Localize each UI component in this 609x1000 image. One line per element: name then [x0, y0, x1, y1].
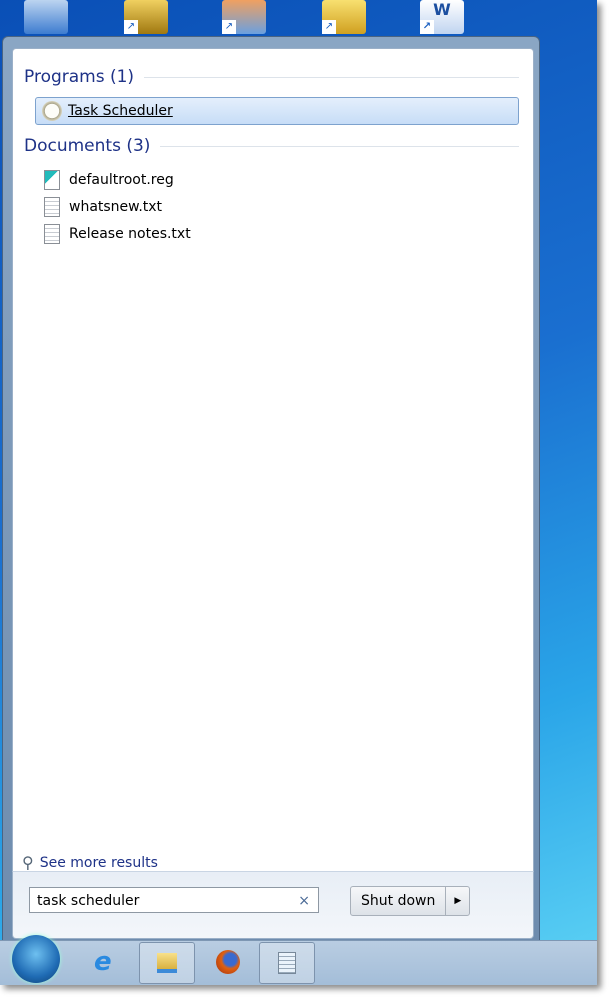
word-shortcut-icon[interactable]: W ↗ [420, 0, 464, 34]
result-task-scheduler[interactable]: Task Scheduler [35, 97, 519, 125]
lock-shortcut-icon[interactable]: ↗ [124, 0, 168, 34]
result-release-notes-txt[interactable]: Release notes.txt [35, 221, 517, 247]
documents-header: Documents (3) [24, 136, 519, 156]
firefox-icon[interactable] [216, 950, 240, 974]
shutdown-button[interactable]: Shut down [351, 887, 447, 915]
documents-header-label: Documents (3) [24, 136, 151, 156]
file-explorer-button[interactable] [139, 942, 195, 984]
text-file-icon [44, 224, 60, 244]
shutdown-options-arrow-icon[interactable]: ▶ [446, 887, 469, 915]
clock-icon [42, 101, 62, 121]
search-results-pane: Programs (1) Task Scheduler Documents (3… [12, 48, 534, 873]
search-value: task scheduler [37, 893, 140, 909]
start-orb[interactable] [12, 935, 60, 983]
taskbar: e [0, 935, 597, 985]
divider [160, 145, 519, 147]
notepad-button[interactable] [259, 942, 315, 984]
result-label: Release notes.txt [69, 226, 191, 242]
result-label: Task Scheduler [68, 103, 173, 119]
computer-icon[interactable] [24, 0, 68, 34]
file-explorer-icon [157, 953, 177, 973]
programs-header: Programs (1) [24, 67, 519, 87]
result-label: whatsnew.txt [69, 199, 163, 215]
divider [144, 76, 519, 78]
internet-explorer-icon[interactable]: e [94, 947, 112, 977]
magnifier-icon: ⚲ [22, 853, 34, 872]
search-bar-area: task scheduler × Shut down ▶ [12, 871, 534, 939]
result-label: defaultroot.reg [69, 172, 174, 188]
search-input[interactable]: task scheduler × [29, 887, 319, 913]
result-whatsnew-txt[interactable]: whatsnew.txt [35, 194, 517, 220]
image-tool-shortcut-icon[interactable]: ↗ [222, 0, 266, 34]
text-file-icon [44, 197, 60, 217]
shutdown-split-button: Shut down ▶ [350, 886, 471, 916]
start-menu: Programs (1) Task Scheduler Documents (3… [2, 36, 540, 943]
clear-search-icon[interactable]: × [298, 888, 310, 914]
programs-header-label: Programs (1) [24, 67, 135, 87]
registry-file-icon [44, 170, 60, 190]
desktop: ↗ ↗ ↗ W ↗ Programs (1) Task Scheduler Doc… [0, 0, 597, 985]
result-defaultroot-reg[interactable]: defaultroot.reg [35, 167, 517, 193]
uac-shortcut-icon[interactable]: ↗ [322, 0, 366, 34]
notepad-icon [278, 952, 296, 974]
see-more-label: See more results [39, 854, 158, 871]
see-more-results-link[interactable]: ⚲ See more results [22, 853, 158, 872]
